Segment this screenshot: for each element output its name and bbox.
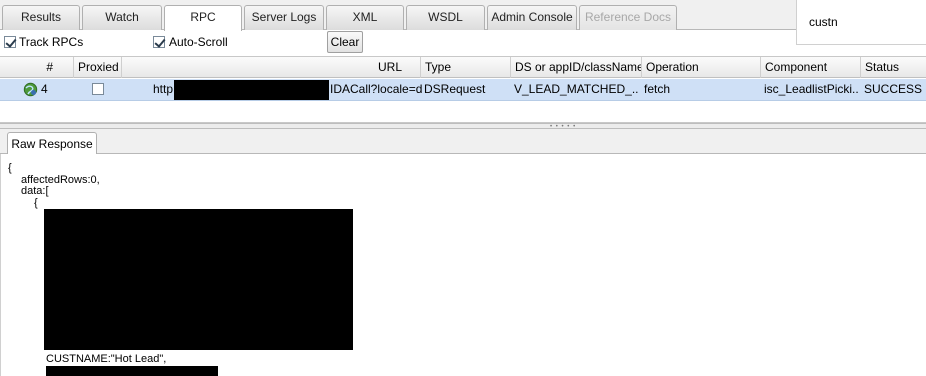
tab-rpc[interactable]: RPC bbox=[164, 5, 242, 31]
clear-button[interactable]: Clear bbox=[327, 31, 363, 53]
table-row[interactable]: 4 http: IDACall?locale=de DSRequest V_LE… bbox=[0, 79, 926, 101]
tab-server-logs[interactable]: Server Logs bbox=[244, 5, 324, 30]
tab-reference-docs: Reference Docs bbox=[579, 5, 677, 30]
row-number: 4 bbox=[41, 82, 48, 96]
column-header-ds[interactable]: DS or appID/className bbox=[511, 57, 642, 78]
raw-response-pane: { affectedRows:0, data:[ { CUSTNAME:"Hot… bbox=[0, 154, 926, 376]
tab-xml[interactable]: XML bbox=[326, 5, 404, 30]
track-rpcs-checkbox[interactable] bbox=[4, 36, 16, 48]
auto-scroll-checkbox[interactable] bbox=[153, 36, 165, 48]
tab-results[interactable]: Results bbox=[2, 5, 80, 30]
track-rpcs-label: Track RPCs bbox=[19, 35, 84, 49]
tab-watch[interactable]: Watch bbox=[82, 5, 162, 30]
column-header-component[interactable]: Component bbox=[761, 57, 861, 78]
json-line-data: data:[ bbox=[21, 185, 49, 197]
column-header-proxied[interactable]: Proxied bbox=[74, 57, 122, 78]
row-ds: V_LEAD_MATCHED_... bbox=[514, 82, 639, 96]
proxied-checkbox[interactable] bbox=[92, 83, 104, 95]
json-line-custname: CUSTNAME:"Hot Lead", bbox=[46, 353, 167, 365]
column-header-status[interactable]: Status bbox=[861, 57, 926, 78]
redacted-url bbox=[174, 80, 329, 100]
row-component: isc_LeadlistPicki... bbox=[764, 82, 859, 96]
tab-wsdl[interactable]: WSDL bbox=[406, 5, 485, 30]
row-operation: fetch bbox=[644, 82, 671, 96]
column-header-type[interactable]: Type bbox=[421, 57, 511, 78]
tab-raw-response[interactable]: Raw Response bbox=[7, 132, 97, 155]
row-status: SUCCESS bbox=[864, 82, 923, 96]
column-header-number[interactable]: # bbox=[0, 57, 74, 78]
grid-empty-area bbox=[0, 101, 926, 123]
rpc-toolbar bbox=[0, 30, 926, 56]
url-suffix: IDACall?locale=de bbox=[330, 82, 422, 96]
search-input[interactable]: custn bbox=[796, 0, 926, 45]
response-tab-bar: Raw Response bbox=[0, 129, 926, 155]
rpc-request-icon bbox=[23, 82, 38, 97]
main-tab-bar: Results Watch RPC Server Logs XML WSDL A… bbox=[0, 0, 926, 31]
auto-scroll-label: Auto-Scroll bbox=[169, 35, 228, 49]
row-type: DSRequest bbox=[424, 82, 486, 96]
column-header-url[interactable]: URL bbox=[122, 57, 421, 78]
json-line-object-open: { bbox=[34, 197, 38, 209]
column-header-operation[interactable]: Operation bbox=[642, 57, 761, 78]
redacted-response-block bbox=[44, 209, 353, 350]
rpc-grid-header: # Proxied URL Type DS or appID/className… bbox=[0, 56, 926, 78]
json-line-open: { bbox=[8, 162, 12, 174]
tab-admin-console[interactable]: Admin Console bbox=[487, 5, 577, 30]
redacted-response-line bbox=[46, 366, 218, 376]
